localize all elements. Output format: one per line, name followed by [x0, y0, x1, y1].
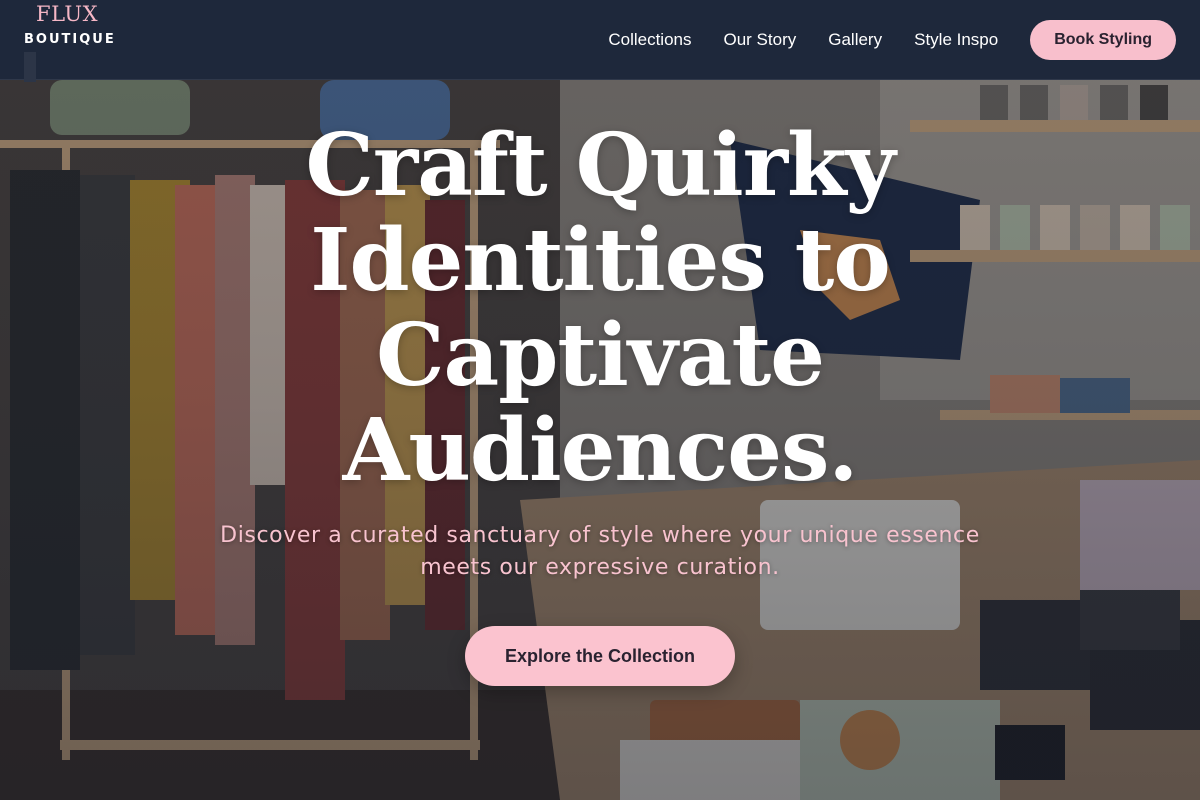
brand-logo[interactable]: FLUX BOUTIQUE	[24, 0, 134, 82]
logo-mark: FLUX	[36, 2, 99, 26]
nav-link-collections[interactable]: Collections	[608, 30, 691, 50]
logo-bar	[24, 52, 36, 82]
hero-title: Craft Quirky Identities to Captivate Aud…	[305, 115, 895, 501]
explore-collection-button[interactable]: Explore the Collection	[465, 626, 735, 686]
nav-link-gallery[interactable]: Gallery	[828, 30, 882, 50]
page: FLUX BOUTIQUE Collections Our Story Gall…	[0, 0, 1200, 800]
main-nav: Collections Our Story Gallery Style Insp…	[608, 20, 1176, 60]
logo-wordmark: BOUTIQUE	[24, 32, 116, 47]
site-header: FLUX BOUTIQUE Collections Our Story Gall…	[0, 0, 1200, 82]
book-styling-button[interactable]: Book Styling	[1030, 20, 1176, 60]
nav-link-our-story[interactable]: Our Story	[724, 30, 797, 50]
hero-subtitle: Discover a curated sanctuary of style wh…	[220, 523, 980, 580]
nav-link-style-inspo[interactable]: Style Inspo	[914, 30, 998, 50]
